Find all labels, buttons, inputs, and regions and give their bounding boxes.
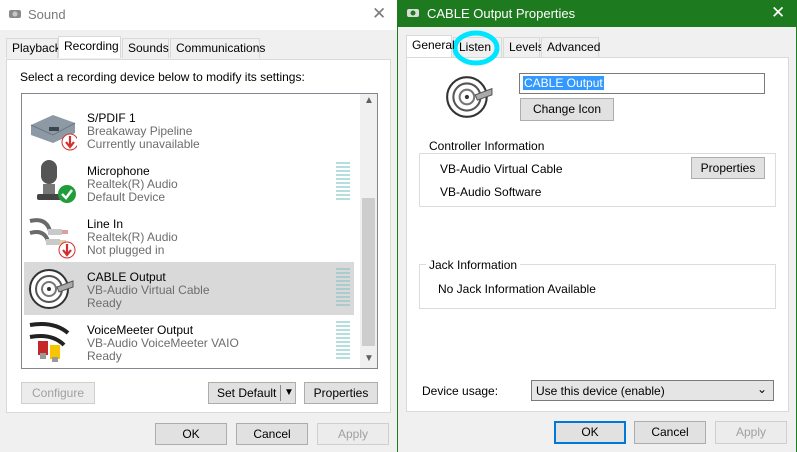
sound-window-title: Sound [28,7,66,22]
device-driver: Realtek(R) Audio [87,177,178,191]
line-in-cable-icon [29,218,76,259]
controller-name: VB-Audio Virtual Cable [440,162,563,176]
device-driver: Realtek(R) Audio [87,230,178,244]
list-item[interactable]: Microphone Realtek(R) Audio Default Devi… [24,156,354,209]
device-name-value: CABLE Output [523,76,604,90]
sound-titlebar[interactable]: Sound ✕ [0,0,397,30]
tab-levels[interactable]: Levels [503,37,544,57]
device-name: CABLE Output [87,270,166,284]
tab-advanced[interactable]: Advanced [541,37,600,57]
device-driver: VB-Audio Virtual Cable [87,283,210,297]
sound-window: Sound ✕ Playback Recording Sounds Commun… [0,0,397,452]
controller-vendor: VB-Audio Software [440,185,542,199]
tab-recording[interactable]: Recording [58,36,121,58]
instruction-text: Select a recording device below to modif… [20,70,305,84]
scroll-up-icon[interactable]: ▲ [364,95,374,106]
properties-titlebar[interactable]: CABLE Output Properties ✕ [398,0,797,27]
jack-info-text: No Jack Information Available [438,282,596,296]
scroll-down-icon[interactable]: ▼ [364,353,374,364]
device-driver: Breakaway Pipeline [87,124,193,138]
list-item-selected[interactable]: CABLE Output VB-Audio Virtual Cable Read… [24,262,354,315]
chevron-down-icon: ⌄ [757,382,768,396]
list-item[interactable]: Line In Realtek(R) Audio Not plugged in [24,209,354,262]
set-default-label: Set Default [217,386,277,400]
level-meter-icon [336,162,350,200]
sound-tab-strip: Playback Recording Sounds Communications [6,36,391,60]
scrollbar-thumb[interactable] [362,198,375,346]
rca-cable-icon [29,322,70,362]
device-usage-label: Device usage: [422,384,499,398]
list-item[interactable]: VoiceMeeter Output VB-Audio VoiceMeeter … [24,315,354,368]
ok-button[interactable]: OK [155,423,227,445]
cancel-button[interactable]: Cancel [236,423,308,445]
device-name: S/PDIF 1 [87,111,136,125]
device-status: Ready [87,296,122,310]
spdif-icon [30,115,77,151]
close-icon[interactable]: ✕ [372,4,386,24]
device-status: Currently unavailable [87,137,200,151]
properties-window-title: CABLE Output Properties [427,6,576,21]
speaker-app-icon [407,9,419,17]
device-name: Microphone [87,164,150,178]
level-meter-icon [336,321,350,359]
ok-button[interactable]: OK [554,421,626,444]
device-driver: VB-Audio VoiceMeeter VAIO [87,336,239,350]
apply-button[interactable]: Apply [317,423,389,445]
device-name: Line In [87,217,124,231]
close-icon[interactable]: ✕ [771,3,785,23]
general-panel: CABLE Output Change Icon Controller Info… [406,57,789,412]
list-item[interactable]: S/PDIF 1 Breakaway Pipeline Currently un… [24,103,354,156]
tab-general[interactable]: General [406,35,455,57]
recording-panel: Select a recording device below to modif… [6,59,391,413]
jack-info-title: Jack Information [426,258,521,272]
tab-sounds[interactable]: Sounds [122,38,169,58]
properties-button[interactable]: Properties [304,382,378,404]
device-status: Ready [87,349,122,363]
cancel-button[interactable]: Cancel [634,421,706,444]
vertical-scrollbar[interactable]: ▲ ▼ [360,94,377,368]
microphone-icon [37,160,76,203]
device-status: Default Device [87,190,166,204]
device-usage-value: Use this device (enable) [536,384,665,398]
caret-down-icon[interactable]: ▼ [284,383,294,403]
cable-reel-icon [446,76,493,118]
change-icon-button[interactable]: Change Icon [520,98,614,121]
highlight-circle-annotation [452,30,500,66]
device-name: VoiceMeeter Output [87,323,194,337]
configure-button[interactable]: Configure [21,382,95,404]
cable-reel-icon [29,269,74,309]
set-default-button[interactable]: Set Default ▼ [208,382,296,404]
controller-properties-button[interactable]: Properties [691,157,765,179]
apply-button[interactable]: Apply [715,421,787,444]
controller-info-title: Controller Information [426,139,548,153]
device-name-input[interactable]: CABLE Output [519,73,765,94]
tab-playback[interactable]: Playback [6,38,61,58]
tab-communications[interactable]: Communications [170,38,265,58]
device-list[interactable]: S/PDIF 1 Breakaway Pipeline Currently un… [21,93,378,369]
split-divider [280,385,281,401]
level-meter-icon [336,268,350,306]
speaker-app-icon [9,10,21,18]
device-usage-select[interactable]: Use this device (enable) ⌄ [531,380,774,401]
device-status: Not plugged in [87,243,165,257]
properties-window: CABLE Output Properties ✕ General Listen… [397,0,797,452]
